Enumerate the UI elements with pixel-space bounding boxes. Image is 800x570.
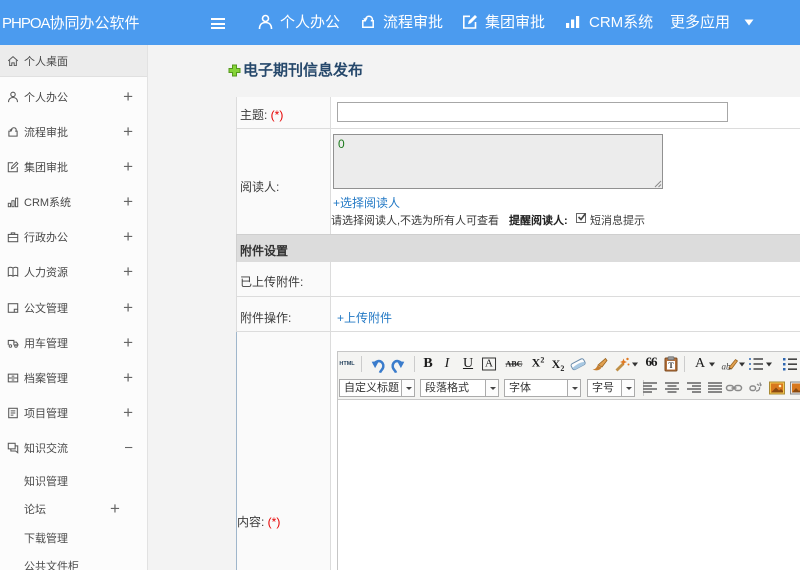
svg-text:T: T [668,361,674,370]
